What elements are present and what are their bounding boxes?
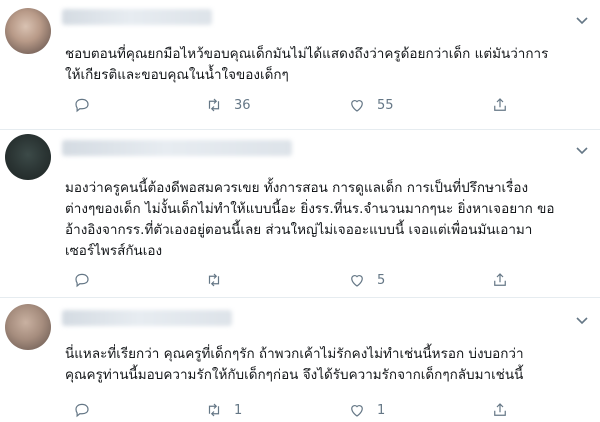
tweet: มองว่าครูคนนี้ต้องดีพอสมควรเขย ทั้งการสอ… [0, 130, 600, 298]
reply-icon [75, 98, 89, 113]
chevron-down-icon[interactable] [574, 12, 590, 28]
like-count: 5 [377, 272, 386, 288]
avatar[interactable] [5, 134, 51, 180]
reply-icon [75, 273, 89, 288]
retweet-icon [208, 273, 220, 287]
share-icon [494, 403, 506, 416]
avatar[interactable] [5, 8, 51, 54]
avatar[interactable] [5, 304, 51, 350]
username-blurred [62, 310, 232, 326]
heart-icon [351, 275, 363, 287]
reply-icon [75, 403, 89, 418]
tweet-actions: 5 [73, 270, 593, 292]
tweet-actions: 36 55 [73, 95, 593, 117]
username-blurred [62, 9, 212, 25]
reply-button[interactable] [73, 270, 91, 290]
share-button[interactable] [491, 270, 509, 290]
retweet-button[interactable]: 1 [205, 400, 242, 420]
reply-button[interactable] [73, 400, 91, 420]
share-button[interactable] [491, 95, 509, 115]
tweet-text: มองว่าครูคนนี้ต้องดีพอสมควรเขย ทั้งการสอ… [65, 180, 555, 259]
tweet-text: นี่แหละที่เรียกว่า คุณครูที่เด็กๆรัก ถ้า… [65, 346, 524, 383]
like-count: 55 [377, 97, 394, 113]
retweet-count: 36 [234, 97, 251, 113]
like-button[interactable]: 5 [348, 270, 385, 290]
share-icon [494, 98, 506, 111]
tweet-text: ชอบตอนที่คุณยกมือไหว้ขอบคุณเด็กมันไม่ได้… [65, 46, 549, 83]
tweet: ชอบตอนที่คุณยกมือไหว้ขอบคุณเด็กมันไม่ได้… [0, 0, 600, 130]
heart-icon [351, 100, 363, 112]
share-icon [494, 273, 506, 286]
like-button[interactable]: 1 [348, 400, 385, 420]
like-count: 1 [377, 402, 386, 418]
chevron-down-icon[interactable] [574, 312, 590, 328]
retweet-count: 1 [234, 402, 243, 418]
tweet: นี่แหละที่เรียกว่า คุณครูที่เด็กๆรัก ถ้า… [0, 298, 600, 419]
like-button[interactable]: 55 [348, 95, 394, 115]
chevron-down-icon[interactable] [574, 142, 590, 158]
retweet-button[interactable] [205, 270, 234, 290]
heart-icon [351, 405, 363, 417]
username-blurred [62, 140, 292, 156]
retweet-icon [208, 403, 220, 417]
reply-button[interactable] [73, 95, 91, 115]
share-button[interactable] [491, 400, 509, 420]
retweet-button[interactable]: 36 [205, 95, 251, 115]
retweet-icon [208, 98, 220, 112]
